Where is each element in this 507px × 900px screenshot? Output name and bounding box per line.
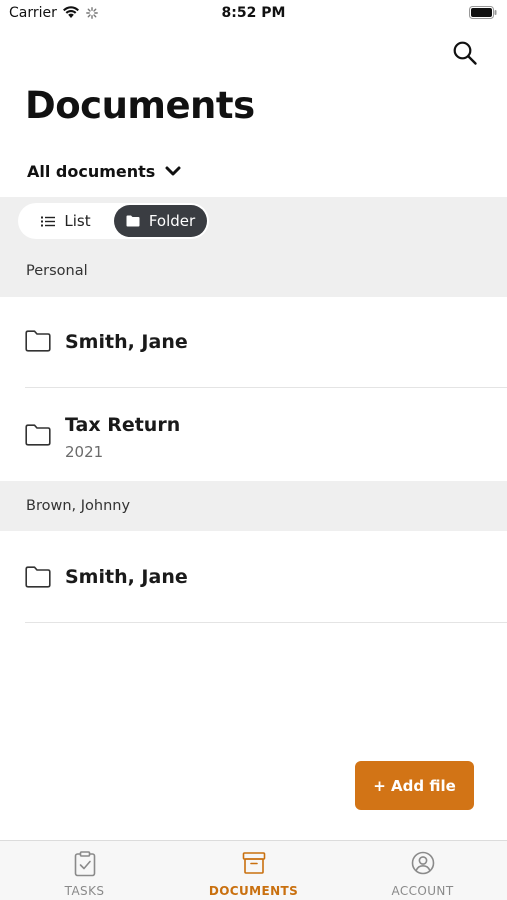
clipboard-check-icon	[74, 851, 95, 877]
filter-label: All documents	[27, 161, 156, 181]
tab-bar: TASKS DOCUMENTS ACCOUNT	[0, 840, 507, 900]
folder-title: Smith, Jane	[65, 331, 188, 353]
folder-icon	[25, 424, 51, 446]
archive-box-icon	[242, 852, 265, 874]
list-view-label: List	[64, 212, 91, 230]
tab-label: ACCOUNT	[391, 884, 454, 898]
folder-icon	[25, 330, 51, 352]
folder-row[interactable]: Smith, Jane	[0, 297, 507, 388]
folder-view-label: Folder	[148, 212, 196, 230]
row-divider	[25, 622, 507, 623]
folder-view-toggle[interactable]: Folder	[114, 205, 207, 237]
tab-label: TASKS	[64, 884, 105, 898]
documents-filter-dropdown[interactable]: All documents	[27, 160, 181, 182]
folder-title: Smith, Jane	[65, 566, 188, 588]
tab-account[interactable]: ACCOUNT	[338, 841, 507, 900]
search-button[interactable]	[452, 40, 478, 66]
folder-subtitle: 2021	[65, 443, 104, 461]
status-bar: Carrier 8:52 PM	[0, 0, 507, 28]
tab-tasks[interactable]: TASKS	[0, 841, 169, 900]
folder-icon	[25, 566, 51, 588]
list-view-toggle[interactable]: List	[18, 203, 114, 239]
folder-row[interactable]: Smith, Jane	[0, 531, 507, 623]
list-icon	[41, 216, 56, 226]
status-time: 8:52 PM	[221, 5, 286, 21]
section-header: Brown, Johnny	[0, 481, 507, 531]
user-circle-icon	[411, 851, 434, 875]
tab-label: DOCUMENTS	[208, 884, 299, 898]
folder-title: Tax Return	[65, 414, 181, 436]
chevron-down-icon	[165, 166, 181, 176]
search-icon	[453, 41, 477, 65]
battery-icon	[469, 6, 497, 19]
section-header: Personal	[0, 245, 507, 297]
page-title: Documents	[25, 84, 255, 127]
tab-documents[interactable]: DOCUMENTS	[169, 841, 338, 900]
view-toggle-band: List Folder	[0, 197, 507, 245]
folder-icon	[126, 215, 140, 227]
view-toggle: List Folder	[18, 203, 209, 239]
add-file-button[interactable]: + Add file	[355, 761, 474, 810]
folder-row[interactable]: Tax Return 2021	[0, 388, 507, 481]
